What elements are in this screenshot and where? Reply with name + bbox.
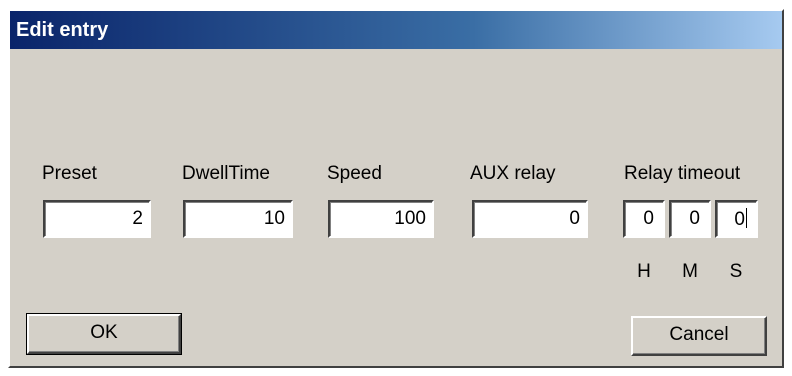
relay-timeout-seconds-value: 0 [734,209,745,230]
edit-entry-dialog: Edit entry Preset 2 DwellTime 10 Speed 1… [8,9,784,368]
preset-value: 2 [132,208,143,229]
seconds-unit-label: S [729,261,743,282]
hours-unit-label: H [637,261,651,282]
relay-timeout-minutes-value: 0 [689,208,700,229]
aux-relay-label: AUX relay [470,163,556,184]
aux-relay-value: 0 [569,208,580,229]
cancel-button[interactable]: Cancel [631,316,767,356]
relay-timeout-hours-value: 0 [643,208,654,229]
speed-value: 100 [394,208,426,229]
dwell-time-input[interactable]: 10 [183,200,293,238]
aux-relay-input[interactable]: 0 [472,200,588,238]
preset-input[interactable]: 2 [43,200,151,238]
relay-timeout-label: Relay timeout [624,163,741,184]
preset-label: Preset [42,163,97,184]
dialog-title: Edit entry [16,19,109,41]
speed-label: Speed [327,163,382,184]
ok-button[interactable]: OK [26,313,182,355]
dwell-time-label: DwellTime [182,163,270,184]
title-bar[interactable]: Edit entry [10,11,782,49]
speed-input[interactable]: 100 [328,200,434,238]
relay-timeout-hours-input[interactable]: 0 [623,200,665,238]
relay-timeout-seconds-input[interactable]: 0 [715,200,758,238]
dwell-time-value: 10 [263,208,285,229]
text-caret [746,208,747,228]
relay-timeout-minutes-input[interactable]: 0 [669,200,711,238]
minutes-unit-label: M [682,261,698,282]
